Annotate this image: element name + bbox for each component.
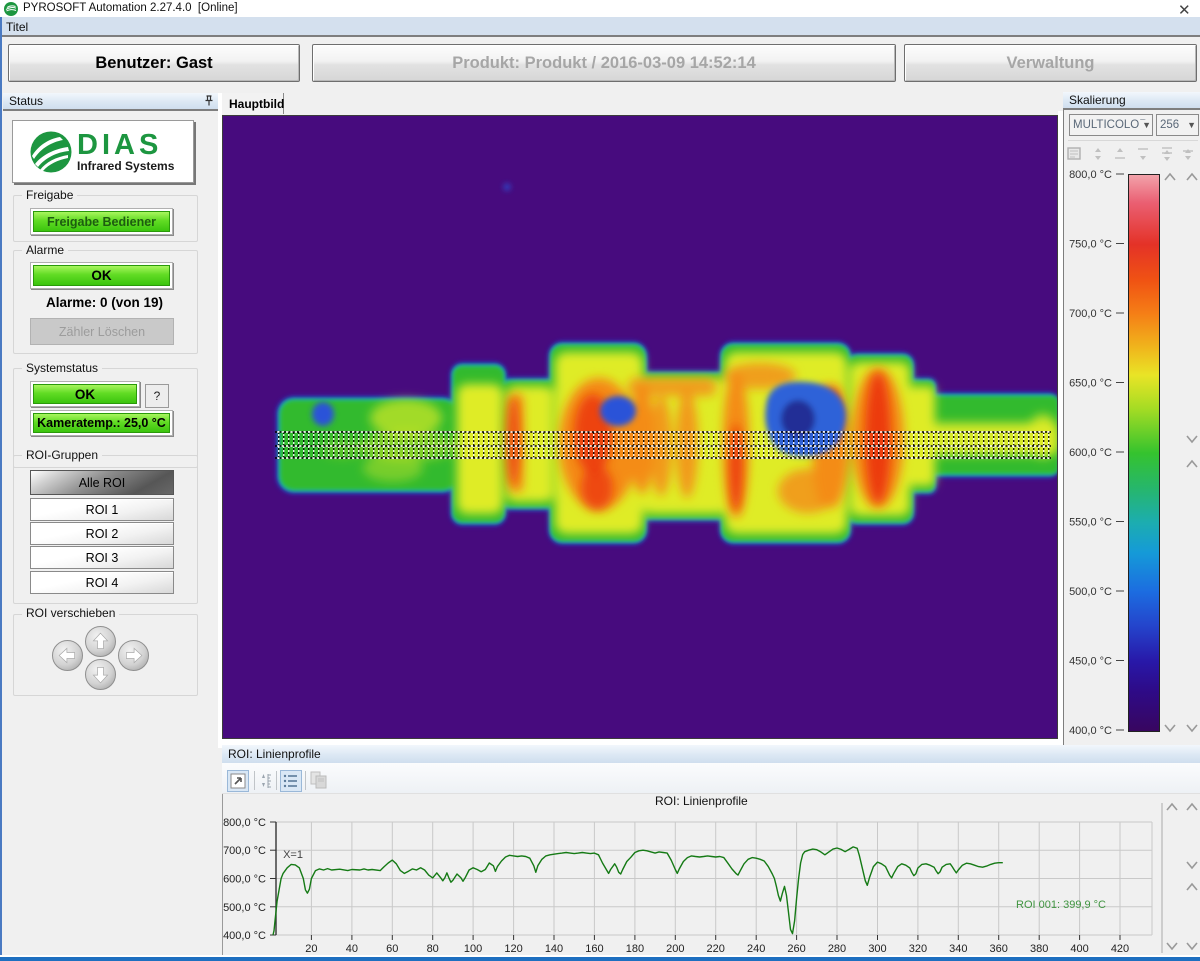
svg-text:200: 200 — [666, 943, 684, 955]
svg-text:380: 380 — [1030, 943, 1048, 955]
svg-text:420: 420 — [1111, 943, 1129, 955]
svg-text:100: 100 — [464, 943, 482, 955]
svg-text:40: 40 — [346, 943, 358, 955]
svg-text:60: 60 — [386, 943, 398, 955]
svg-text:20: 20 — [305, 943, 317, 955]
svg-text:600,0 °C: 600,0 °C — [223, 874, 266, 886]
svg-text:750,0 °C: 750,0 °C — [1069, 239, 1112, 251]
svg-text:240: 240 — [747, 943, 765, 955]
svg-text:360: 360 — [990, 943, 1008, 955]
svg-text:300: 300 — [868, 943, 886, 955]
svg-text:400: 400 — [1070, 943, 1088, 955]
svg-text:320: 320 — [909, 943, 927, 955]
svg-text:280: 280 — [828, 943, 846, 955]
svg-text:800,0 °C: 800,0 °C — [1069, 169, 1112, 181]
svg-text:140: 140 — [545, 943, 563, 955]
svg-text:80: 80 — [427, 943, 439, 955]
svg-text:800,0 °C: 800,0 °C — [223, 817, 266, 829]
svg-text:260: 260 — [787, 943, 805, 955]
svg-text:400,0 °C: 400,0 °C — [223, 930, 266, 942]
svg-text:700,0 °C: 700,0 °C — [223, 845, 266, 857]
svg-text:120: 120 — [504, 943, 522, 955]
svg-text:500,0 °C: 500,0 °C — [1069, 586, 1112, 598]
svg-text:700,0 °C: 700,0 °C — [1069, 308, 1112, 320]
svg-text:340: 340 — [949, 943, 967, 955]
svg-text:400,0 °C: 400,0 °C — [1069, 725, 1112, 737]
svg-text:550,0 °C: 550,0 °C — [1069, 517, 1112, 529]
svg-text:X=1: X=1 — [283, 849, 303, 861]
svg-text:220: 220 — [707, 943, 725, 955]
svg-text:650,0 °C: 650,0 °C — [1069, 378, 1112, 390]
svg-text:500,0 °C: 500,0 °C — [223, 902, 266, 914]
svg-text:180: 180 — [626, 943, 644, 955]
svg-text:450,0 °C: 450,0 °C — [1069, 656, 1112, 668]
svg-text:600,0 °C: 600,0 °C — [1069, 447, 1112, 459]
svg-text:160: 160 — [585, 943, 603, 955]
svg-text:ROI 001: 399,9 °C: ROI 001: 399,9 °C — [1016, 899, 1106, 911]
